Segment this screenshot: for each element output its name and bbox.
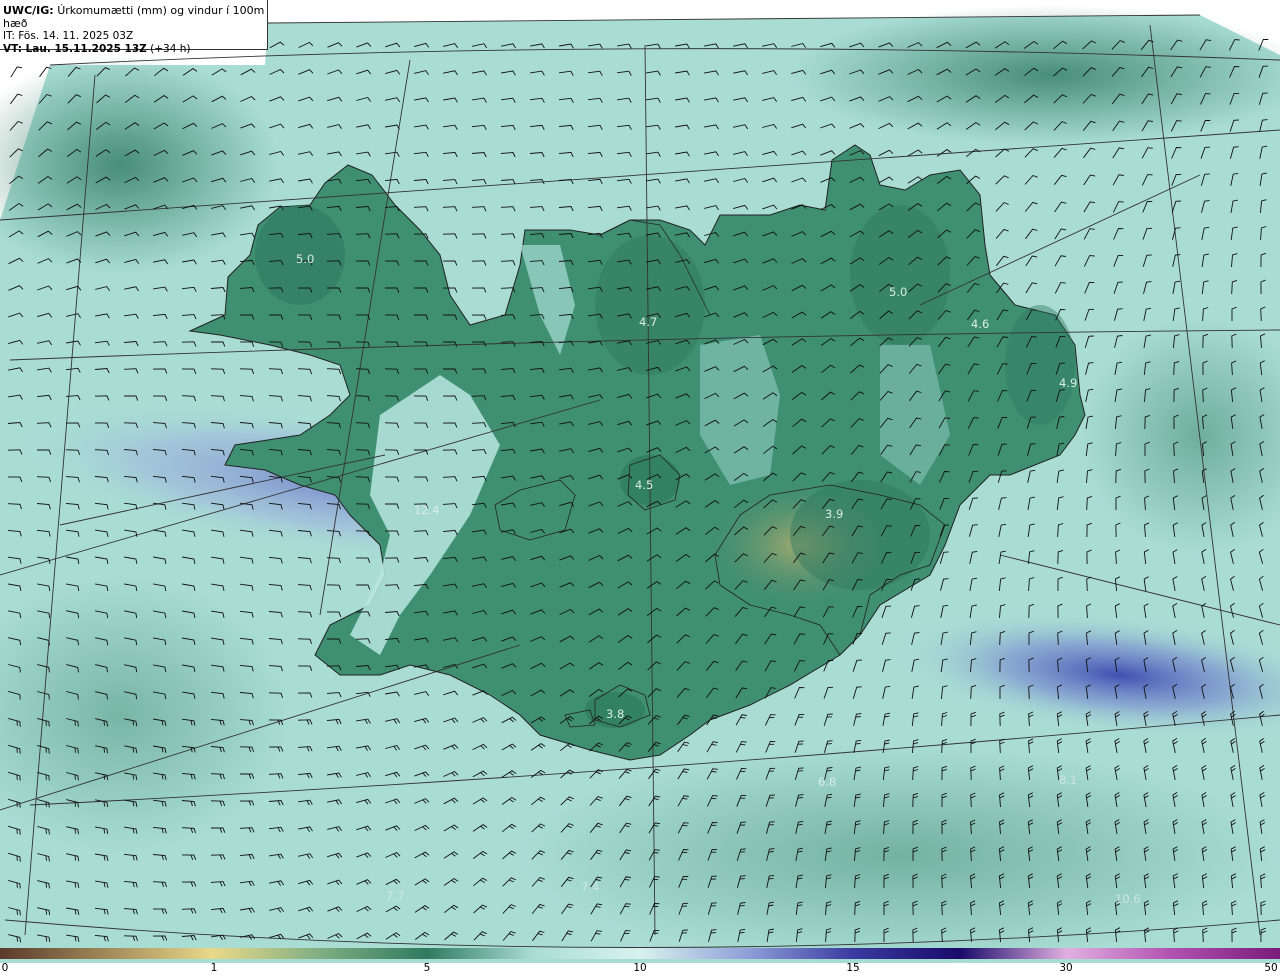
value-label: 8.1 [1059,773,1077,787]
colorbar-tick: 10 [633,962,647,974]
wind-barb [10,66,23,78]
colorbar [0,948,1280,959]
value-label: 4.5 [635,478,653,492]
value-label: 5.0 [296,252,314,266]
value-label: 12.4 [414,503,440,517]
value-label: 7.7 [386,889,404,903]
colorbar-tick: 30 [1059,962,1073,974]
precipitation-wind-map: 5.0 4.7 5.0 4.6 4.9 4.5 3.9 3.8 12.4 6.8… [0,5,1280,965]
value-label: 4.6 [971,317,989,331]
value-label: 4.9 [1059,376,1077,390]
colorbar-tick: 15 [846,962,860,974]
value-label: 7.4 [581,880,599,894]
init-time: IT: Fös. 14. 11. 2025 03Z [3,30,134,42]
value-label: 3.9 [825,507,843,521]
colorbar-labels: 0 1 5 10 15 30 50 [0,962,1280,978]
map-info-box: UWC/IG: Úrkomumætti (mm) og vindur í 100… [0,0,268,55]
value-label: 4.7 [639,315,657,329]
valid-time: VT: Lau. 15.11.2025 13Z [3,43,147,55]
colorbar-tick: 1 [210,962,218,974]
colorbar-tick: 50 [1264,962,1278,974]
value-label: 5.0 [889,285,907,299]
value-label: 10.6 [1115,892,1141,906]
valid-offset: (+34 h) [150,43,191,55]
colorbar-tick: 0 [1,962,9,974]
colorbar-tick: 5 [423,962,431,974]
value-label: 6.8 [818,775,836,789]
model-name: UWC/IG: [3,4,54,17]
value-label: 3.8 [606,707,624,721]
